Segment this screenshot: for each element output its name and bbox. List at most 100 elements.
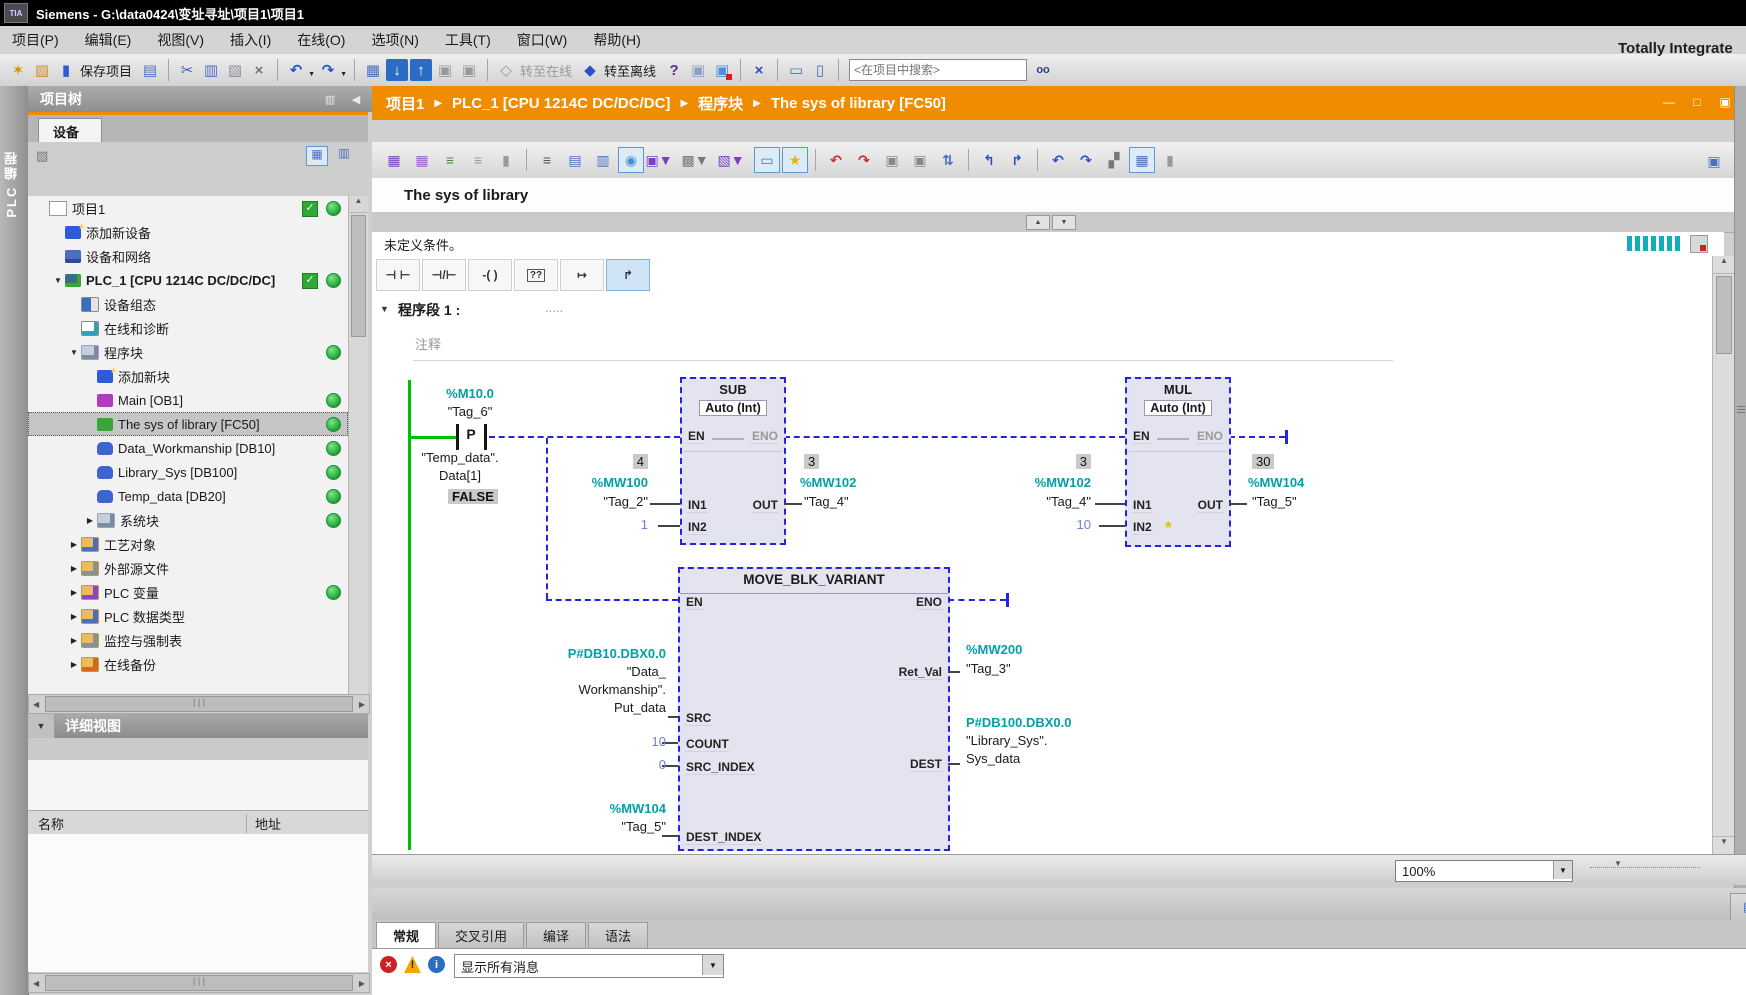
tree-item--[interactable]: ▼程序块	[28, 340, 348, 364]
sub-block-mode[interactable]: Auto (Int)	[682, 400, 784, 415]
move-src-index-constant[interactable]: 0	[480, 757, 666, 772]
mul-en-pin[interactable]: EN	[1132, 429, 1151, 444]
free-form-comment-icon[interactable]: ▞	[1101, 147, 1127, 173]
mul-insert-input-star-icon[interactable]: *	[1165, 518, 1172, 538]
mul-block-mode[interactable]: Auto (Int)	[1127, 400, 1229, 415]
sub-eno-pin[interactable]: ENO	[751, 429, 779, 444]
sub-in1-tag[interactable]: "Tag_2"	[540, 494, 648, 509]
insert-comparator-icon[interactable]: ▩▼	[682, 147, 708, 173]
next-error-icon[interactable]: ↷	[851, 147, 877, 173]
sub-out-address[interactable]: %MW102	[800, 475, 856, 490]
detail-view-chevron-icon[interactable]: ▼	[28, 714, 55, 738]
tree-collapse-icon[interactable]: ◀	[348, 91, 364, 107]
menu-item-4[interactable]: 在线(O)	[297, 30, 345, 50]
detail-view-horizontal-scrollbar[interactable]: ◀ | | | ▶	[28, 973, 370, 993]
tree-item--[interactable]: 添加新设备	[28, 220, 348, 244]
mul-eno-pin[interactable]: ENO	[1196, 429, 1224, 444]
jump-next-icon[interactable]: ↱	[1004, 147, 1030, 173]
tree-item-temp_data-db20-[interactable]: Temp_data [DB20]	[28, 484, 348, 508]
go-offline-label[interactable]: 转至离线	[604, 61, 656, 80]
mul-in2-constant[interactable]: 10	[985, 517, 1091, 532]
redo-icon[interactable]: ↷▼	[317, 59, 339, 81]
move-dest-index-tag[interactable]: "Tag_5"	[480, 819, 666, 834]
print-icon[interactable]: ▤	[139, 59, 161, 81]
tree-expander-icon[interactable]: ▶	[68, 564, 80, 573]
undo-icon[interactable]: ↶▼	[285, 59, 307, 81]
tree-expander-icon[interactable]: ▼	[68, 348, 80, 357]
move-dest-index-address[interactable]: %MW104	[480, 801, 666, 816]
split-horizontal-icon[interactable]: ▭	[785, 59, 807, 81]
tree-expander-icon[interactable]: ▶	[68, 540, 80, 549]
tree-item--[interactable]: ▶系统块	[28, 508, 348, 532]
lad-empty-box-button[interactable]: ??	[514, 259, 558, 291]
tab-properties[interactable]: ▤属性	[1730, 893, 1746, 920]
tree-item-plc-[interactable]: ▶PLC 数据类型	[28, 604, 348, 628]
tree-expander-icon[interactable]: ▶	[68, 612, 80, 621]
lock-icon[interactable]: ▮	[493, 147, 519, 173]
subtab-交叉引用[interactable]: 交叉引用	[438, 922, 524, 948]
breadcrumb-item-0[interactable]: 项目1	[386, 93, 424, 114]
tree-expander-icon[interactable]: ▶	[68, 588, 80, 597]
menu-item-3[interactable]: 插入(I)	[230, 30, 271, 50]
contact-edge-label[interactable]: P	[459, 426, 483, 442]
tree-pin-icon[interactable]: ▥	[322, 91, 338, 107]
go-online-icon[interactable]: ◇	[495, 59, 517, 81]
menu-item-5[interactable]: 选项(N)	[371, 30, 418, 50]
move-count-constant[interactable]: 10	[480, 734, 666, 749]
contact-tag[interactable]: "Tag_6"	[420, 404, 520, 419]
mul-in1-pin[interactable]: IN1	[1132, 498, 1153, 513]
pack-data-icon[interactable]: ⇅	[935, 147, 961, 173]
tree-item--[interactable]: ▶外部源文件	[28, 556, 348, 580]
favorites-toggle-icon[interactable]: ★	[782, 147, 808, 173]
auto-indent-icon[interactable]: ≡	[437, 147, 463, 173]
network-title-toggle-icon[interactable]: ▤	[562, 147, 588, 173]
breadcrumb-item-2[interactable]: 程序块	[698, 93, 743, 114]
start-cpu-icon[interactable]: ▣	[434, 59, 456, 81]
move-ret-val-pin[interactable]: Ret_Val	[898, 665, 943, 680]
tree-item-data_workmanship-db10-[interactable]: Data_Workmanship [DB10]	[28, 436, 348, 460]
tree-item-main-ob1-[interactable]: Main [OB1]	[28, 388, 348, 412]
accessible-devices-icon[interactable]: ?	[663, 59, 685, 81]
zoom-ruler[interactable]	[1590, 867, 1700, 868]
download-to-device-icon[interactable]: ↓	[386, 59, 408, 81]
message-filter-select[interactable]: 显示所有消息 ▼	[454, 954, 724, 978]
search-project-icon[interactable]: oo	[1032, 59, 1054, 81]
split-vertical-icon[interactable]: ▯	[809, 59, 831, 81]
sub-in1-pin[interactable]: IN1	[687, 498, 708, 513]
sub-in1-address[interactable]: %MW100	[540, 475, 648, 490]
panel-grip-icon[interactable]	[1735, 406, 1746, 413]
insert-network-icon[interactable]: ▦	[381, 147, 407, 173]
contact-operand-line2[interactable]: Data[1]	[396, 468, 524, 483]
subtab-语法[interactable]: 语法	[588, 922, 648, 948]
mul-out-pin[interactable]: OUT	[1197, 498, 1224, 513]
tree-item--1[interactable]: 项目1✓	[28, 196, 348, 220]
tree-vertical-scrollbar[interactable]: ▲	[348, 196, 368, 694]
update-block-calls-icon[interactable]: ▣	[879, 147, 905, 173]
open-project-icon[interactable]: ▨	[31, 59, 53, 81]
network-comment-toggle-icon[interactable]: ▥	[590, 147, 616, 173]
comments-toggle-icon[interactable]: ◉	[618, 147, 644, 173]
go-to-next-icon[interactable]: ↷	[1073, 147, 1099, 173]
sub-out-pin[interactable]: OUT	[752, 498, 779, 513]
mul-out-tag[interactable]: "Tag_5"	[1252, 494, 1297, 509]
move-dest-pointer[interactable]: P#DB100.DBX0.0	[966, 715, 1072, 730]
lad-coil-button[interactable]: -( )	[468, 259, 512, 291]
move-eno-pin[interactable]: ENO	[915, 595, 943, 610]
contact-address[interactable]: %M10.0	[420, 386, 520, 401]
tree-item--[interactable]: 添加新块	[28, 364, 348, 388]
detach-editor-icon[interactable]: ▣	[1701, 148, 1727, 174]
mul-in1-tag[interactable]: "Tag_4"	[985, 494, 1091, 509]
tree-expander-icon[interactable]: ▶	[84, 516, 96, 525]
network-comment[interactable]: 注释	[415, 334, 441, 353]
stop-cpu-icon[interactable]: ▣	[458, 59, 480, 81]
expand-interface-down-icon[interactable]: ▼	[1052, 215, 1076, 230]
menu-item-2[interactable]: 视图(V)	[157, 30, 204, 50]
contact-operand-line1[interactable]: "Temp_data".	[396, 450, 524, 465]
network-collapse-icon[interactable]: ▼	[380, 304, 389, 314]
sub-in2-pin[interactable]: IN2	[687, 520, 708, 535]
mul-block[interactable]: MUL Auto (Int) EN ENO IN1 OUT IN2 *	[1125, 377, 1231, 547]
mul-out-address[interactable]: %MW104	[1248, 475, 1304, 490]
zoom-select[interactable]: 100% ▼	[1395, 860, 1573, 882]
move-ret-val-tag[interactable]: "Tag_3"	[966, 661, 1011, 676]
move-blk-variant-block[interactable]: MOVE_BLK_VARIANT EN ENO SRC COUNT SRC_IN…	[678, 567, 950, 851]
